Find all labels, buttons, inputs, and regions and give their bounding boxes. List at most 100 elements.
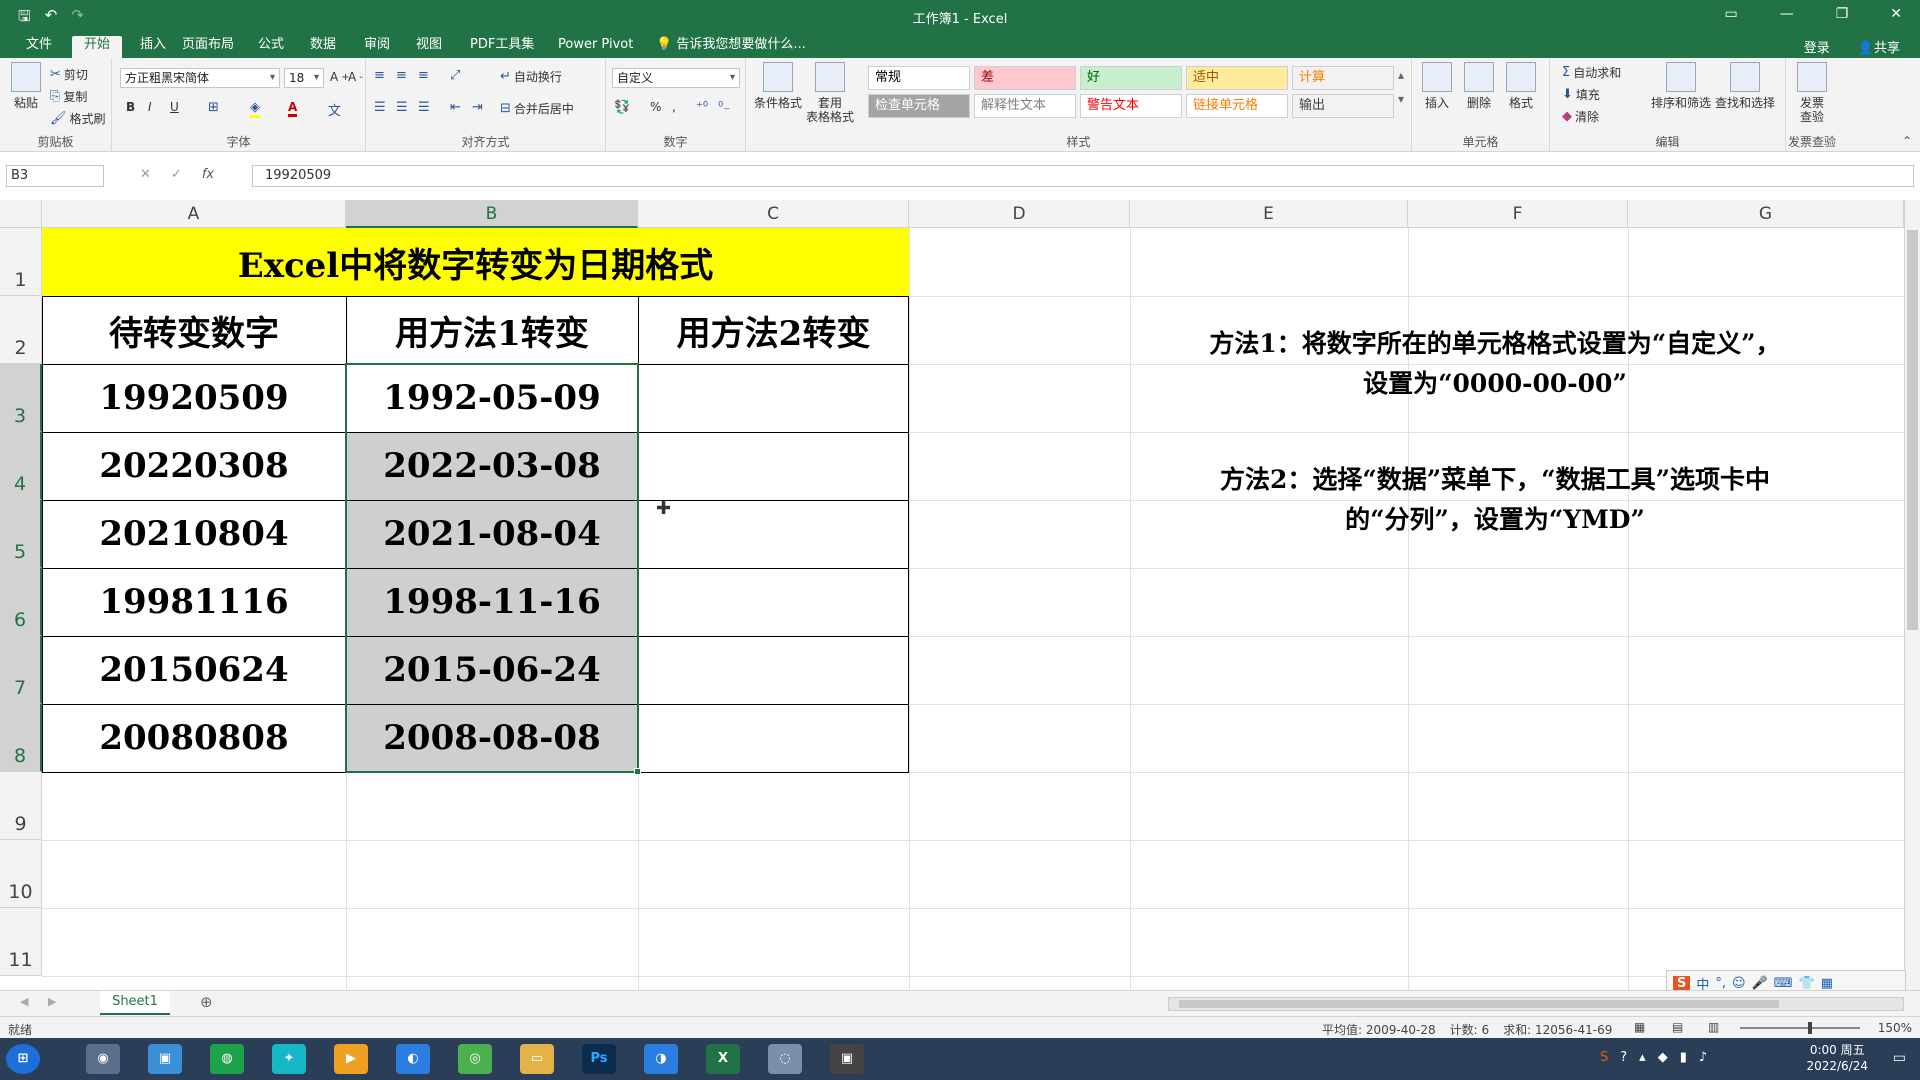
tab-home[interactable]: 开始 bbox=[72, 36, 123, 58]
increase-indent-button[interactable]: ⇥ bbox=[472, 100, 483, 115]
wrap-text-button[interactable]: ↵ 自动换行 bbox=[500, 68, 562, 85]
select-all-corner[interactable] bbox=[0, 200, 42, 228]
insert-cells-button[interactable]: 插入 bbox=[1420, 62, 1454, 110]
align-middle-button[interactable]: ≡ bbox=[396, 68, 407, 83]
taskbar-browser-icon[interactable]: ◐ bbox=[396, 1044, 430, 1074]
tab-data[interactable]: 数据 bbox=[298, 36, 348, 58]
format-painter-button[interactable]: 🖌 格式刷 bbox=[50, 110, 106, 127]
cell-c7[interactable] bbox=[638, 636, 909, 704]
merge-center-button[interactable]: ⊟ 合并后居中 bbox=[500, 100, 574, 117]
taskbar-qq-browser-icon[interactable]: ◑ bbox=[644, 1044, 678, 1074]
taskbar-app-4-icon[interactable]: ✦ bbox=[272, 1044, 306, 1074]
tab-review[interactable]: 审阅 bbox=[352, 36, 402, 58]
tray-sogou-icon[interactable]: S bbox=[1600, 1050, 1608, 1065]
gallery-scroll-up[interactable]: ▴ bbox=[1398, 68, 1404, 82]
cell-style-9[interactable]: 输出 bbox=[1292, 94, 1394, 118]
ime-punctuation-icon[interactable]: °, bbox=[1715, 976, 1726, 991]
cell-style-1[interactable]: 差 bbox=[974, 66, 1076, 90]
phonetic-button[interactable]: 文 bbox=[328, 100, 341, 119]
taskbar-app-1-icon[interactable]: ◉ bbox=[86, 1044, 120, 1074]
column-header-d[interactable]: D bbox=[909, 200, 1130, 228]
row-header-6[interactable]: 6 bbox=[0, 568, 42, 636]
column-header-b[interactable]: B bbox=[346, 200, 638, 228]
tray-network-icon[interactable]: ▮ bbox=[1680, 1050, 1687, 1065]
currency-button[interactable]: 💱 bbox=[614, 100, 630, 115]
percent-button[interactable]: % bbox=[650, 100, 661, 114]
page-break-view-icon[interactable]: ▥ bbox=[1708, 1020, 1719, 1034]
cell-c3[interactable] bbox=[638, 364, 909, 432]
close-icon[interactable]: ✕ bbox=[1890, 6, 1902, 22]
clear-button[interactable]: ◆ 清除 bbox=[1562, 108, 1599, 125]
taskbar-player-icon[interactable]: ▶ bbox=[334, 1044, 368, 1074]
cell-c8[interactable] bbox=[638, 704, 909, 772]
tab-view[interactable]: 视图 bbox=[404, 36, 454, 58]
format-as-table-button[interactable]: 套用 表格格式 bbox=[802, 62, 858, 124]
notification-icon[interactable]: ▭ bbox=[1893, 1050, 1906, 1066]
column-header-e[interactable]: E bbox=[1130, 200, 1408, 228]
add-sheet-icon[interactable]: ⊕ bbox=[200, 993, 213, 1011]
ime-voice-icon[interactable]: 🎤 bbox=[1752, 976, 1768, 991]
row-header-7[interactable]: 7 bbox=[0, 636, 42, 704]
sheet-title-cell[interactable]: Excel中将数字转变为日期格式 bbox=[42, 228, 909, 296]
cell-style-8[interactable]: 链接单元格 bbox=[1186, 94, 1288, 118]
tab-pdf-tools[interactable]: PDF工具集 bbox=[458, 36, 546, 58]
ime-emoji-icon[interactable]: ☺ bbox=[1732, 976, 1746, 991]
cut-button[interactable]: ✂ 剪切 bbox=[50, 66, 88, 83]
row-header-9[interactable]: 9 bbox=[0, 772, 42, 840]
horizontal-scroll-thumb[interactable] bbox=[1179, 1000, 1779, 1008]
align-right-button[interactable]: ☰ bbox=[418, 100, 430, 115]
cell-a7[interactable]: 20150624 bbox=[42, 636, 346, 704]
cell-style-6[interactable]: 解释性文本 bbox=[974, 94, 1076, 118]
cancel-icon[interactable]: ✕ bbox=[140, 167, 151, 182]
find-select-button[interactable]: 查找和选择 bbox=[1714, 62, 1776, 110]
cell-a4[interactable]: 20220308 bbox=[42, 432, 346, 500]
zoom-slider-thumb[interactable] bbox=[1808, 1022, 1812, 1034]
formula-input[interactable]: 19920509 bbox=[252, 165, 1914, 187]
shrink-font-button[interactable]: A- bbox=[348, 70, 363, 84]
share-button[interactable]: 👤共享 bbox=[1858, 37, 1900, 56]
horizontal-scrollbar[interactable] bbox=[1168, 997, 1904, 1011]
format-cells-button[interactable]: 格式 bbox=[1504, 62, 1538, 110]
collapse-ribbon-icon[interactable]: ⌃ bbox=[1902, 134, 1912, 148]
taskbar-app-2-icon[interactable]: ▣ bbox=[148, 1044, 182, 1074]
increase-decimal-button[interactable]: ⁺⁰ bbox=[696, 100, 708, 115]
row-header-10[interactable]: 10 bbox=[0, 840, 42, 908]
cell-a5[interactable]: 20210804 bbox=[42, 500, 346, 568]
tray-app-icon[interactable]: ◆ bbox=[1658, 1050, 1668, 1065]
ime-menu-icon[interactable]: ▦ bbox=[1821, 976, 1833, 991]
italic-button[interactable]: I bbox=[148, 100, 152, 114]
align-top-button[interactable]: ≡ bbox=[374, 68, 385, 83]
cell-a2[interactable]: 待转变数字 bbox=[42, 296, 346, 364]
bold-button[interactable]: B bbox=[126, 100, 135, 114]
taskbar-clock[interactable]: 0:00 周五 2022/6/24 bbox=[1806, 1042, 1868, 1074]
underline-button[interactable]: U bbox=[170, 100, 179, 114]
row-header-11[interactable]: 11 bbox=[0, 908, 42, 976]
cell-b7[interactable]: 2015-06-24 bbox=[346, 636, 638, 704]
cell-b2[interactable]: 用方法1转变 bbox=[346, 296, 638, 364]
decrease-decimal-button[interactable]: ⁰₋ bbox=[718, 100, 730, 115]
sogou-logo-icon[interactable]: S bbox=[1673, 975, 1691, 991]
tab-page-layout[interactable]: 页面布局 bbox=[170, 36, 246, 58]
cell-b3[interactable]: 1992-05-09 bbox=[346, 364, 638, 432]
taskbar-recorder-icon[interactable]: ▣ bbox=[830, 1044, 864, 1074]
taskbar-photoshop-icon[interactable]: Ps bbox=[582, 1044, 616, 1074]
cell-a6[interactable]: 19981116 bbox=[42, 568, 346, 636]
align-left-button[interactable]: ☰ bbox=[374, 100, 386, 115]
fill-button[interactable]: ⬇ 填充 bbox=[1562, 86, 1600, 103]
paste-button[interactable]: 粘贴 bbox=[8, 62, 44, 110]
taskbar-app-12-icon[interactable]: ◌ bbox=[768, 1044, 802, 1074]
ribbon-display-icon[interactable]: ▭ bbox=[1724, 6, 1737, 22]
cell-b5[interactable]: 2021-08-04 bbox=[346, 500, 638, 568]
row-header-8[interactable]: 8 bbox=[0, 704, 42, 772]
font-color-button[interactable]: A bbox=[288, 100, 298, 117]
taskbar-app-7-icon[interactable]: ◎ bbox=[458, 1044, 492, 1074]
page-layout-view-icon[interactable]: ▤ bbox=[1672, 1020, 1683, 1034]
column-header-c[interactable]: C bbox=[638, 200, 909, 228]
orientation-button[interactable]: ⤢ bbox=[450, 68, 460, 83]
cell-style-4[interactable]: 计算 bbox=[1292, 66, 1394, 90]
cell-c2[interactable]: 用方法2转变 bbox=[638, 296, 909, 364]
normal-view-icon[interactable]: ▦ bbox=[1634, 1020, 1645, 1034]
cell-c6[interactable] bbox=[638, 568, 909, 636]
font-name-select[interactable]: 方正粗黑宋简体 bbox=[120, 68, 280, 88]
taskbar-excel-icon[interactable]: X bbox=[706, 1044, 740, 1074]
